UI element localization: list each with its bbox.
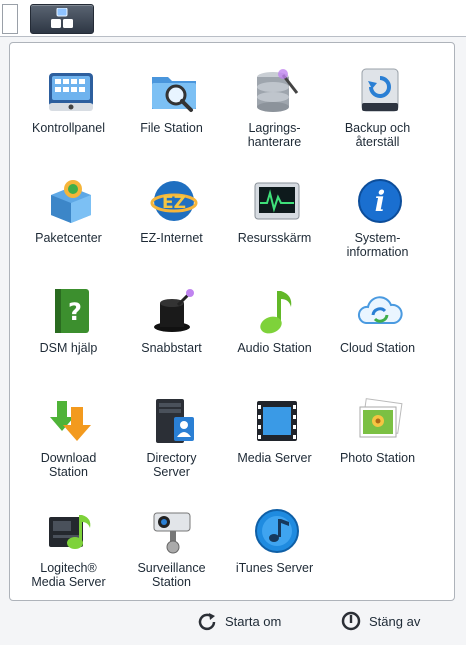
app-label: Resursskärm xyxy=(237,231,312,245)
app-tile-cloud-station[interactable]: Cloud Station xyxy=(326,267,429,375)
svg-text:?: ? xyxy=(68,298,82,326)
app-tile-package-center[interactable]: Paketcenter xyxy=(17,157,120,265)
surveillance-station-icon xyxy=(153,512,191,554)
itunes-server-icon xyxy=(255,509,299,553)
backup-restore-icon xyxy=(361,68,399,112)
svg-text:i: i xyxy=(375,185,386,218)
app-label: Audio Station xyxy=(237,341,312,355)
taskbar-edge xyxy=(2,4,18,34)
power-icon xyxy=(341,611,361,631)
storage-manager-icon xyxy=(257,69,299,112)
app-tile-directory-server[interactable]: Directory Server xyxy=(120,377,223,485)
app-tile-dsm-help[interactable]: ? DSM hjälp xyxy=(17,267,120,375)
download-station-icon xyxy=(50,401,91,441)
logitech-media-server-icon xyxy=(49,515,91,549)
app-tile-ez-internet[interactable]: EZ EZ-Internet xyxy=(120,157,223,265)
ez-internet-icon: EZ xyxy=(150,181,198,221)
package-center-icon xyxy=(51,180,91,223)
system-information-icon: i xyxy=(358,179,402,223)
audio-station-icon xyxy=(260,291,292,334)
app-tile-system-information[interactable]: i System- information xyxy=(326,157,429,265)
restart-icon xyxy=(198,613,216,631)
app-tile-file-station[interactable]: File Station xyxy=(120,47,223,155)
restart-label: Starta om xyxy=(225,613,282,629)
app-tile-logitech-media-server[interactable]: Logitech® Media Server xyxy=(17,487,120,595)
shutdown-label: Stäng av xyxy=(369,613,421,629)
control-panel-icon xyxy=(49,73,93,111)
app-label: Photo Station xyxy=(339,451,416,465)
dsm-help-icon: ? xyxy=(55,289,89,333)
app-tile-photo-station[interactable]: Photo Station xyxy=(326,377,429,485)
svg-text:EZ: EZ xyxy=(162,193,186,213)
directory-server-icon xyxy=(156,399,194,443)
app-tile-audio-station[interactable]: Audio Station xyxy=(223,267,326,375)
app-label: Paketcenter xyxy=(35,231,102,245)
app-label: Kontrollpanel xyxy=(32,121,105,135)
app-tile-surveillance-station[interactable]: Surveillance Station xyxy=(120,487,223,595)
app-label: File Station xyxy=(140,121,203,135)
app-label: DSM hjälp xyxy=(39,341,98,355)
taskbar xyxy=(0,0,466,37)
desktop: Kontrollpanel File Station Lagrings- han… xyxy=(0,0,466,645)
app-label: iTunes Server xyxy=(235,561,314,575)
app-label: Media Server xyxy=(237,451,312,465)
app-label: Snabbstart xyxy=(141,341,202,355)
file-station-icon xyxy=(152,77,196,112)
quick-start-icon xyxy=(154,289,194,332)
app-label: Surveillance Station xyxy=(137,561,206,589)
app-tile-control-panel[interactable]: Kontrollpanel xyxy=(17,47,120,155)
main-menu-button[interactable] xyxy=(30,4,94,34)
app-label: Backup och återställ xyxy=(344,121,411,149)
app-label: System- information xyxy=(346,231,409,259)
cloud-station-icon xyxy=(357,296,403,324)
app-label: Logitech® Media Server xyxy=(31,561,106,589)
app-label: EZ-Internet xyxy=(140,231,203,245)
app-tile-backup-restore[interactable]: Backup och återställ xyxy=(326,47,429,155)
app-label: Lagrings- hanterare xyxy=(247,121,302,149)
media-server-icon xyxy=(257,401,297,441)
app-tile-itunes-server[interactable]: iTunes Server xyxy=(223,487,326,595)
main-menu-icon xyxy=(51,8,73,28)
resource-monitor-icon xyxy=(254,182,300,220)
main-menu-panel: Kontrollpanel File Station Lagrings- han… xyxy=(9,42,455,601)
app-tile-quick-start[interactable]: Snabbstart xyxy=(120,267,223,375)
app-label: Cloud Station xyxy=(339,341,416,355)
app-tile-storage-manager[interactable]: Lagrings- hanterare xyxy=(223,47,326,155)
app-label: Download Station xyxy=(40,451,97,479)
app-tile-download-station[interactable]: Download Station xyxy=(17,377,120,485)
menu-footer: Starta om Stäng av xyxy=(0,603,466,645)
app-tile-resource-monitor[interactable]: Resursskärm xyxy=(223,157,326,265)
restart-button[interactable]: Starta om xyxy=(197,610,281,632)
shutdown-button[interactable]: Stäng av xyxy=(341,610,420,632)
app-label: Directory Server xyxy=(146,451,197,479)
photo-station-icon xyxy=(359,398,403,438)
app-tile-media-server[interactable]: Media Server xyxy=(223,377,326,485)
